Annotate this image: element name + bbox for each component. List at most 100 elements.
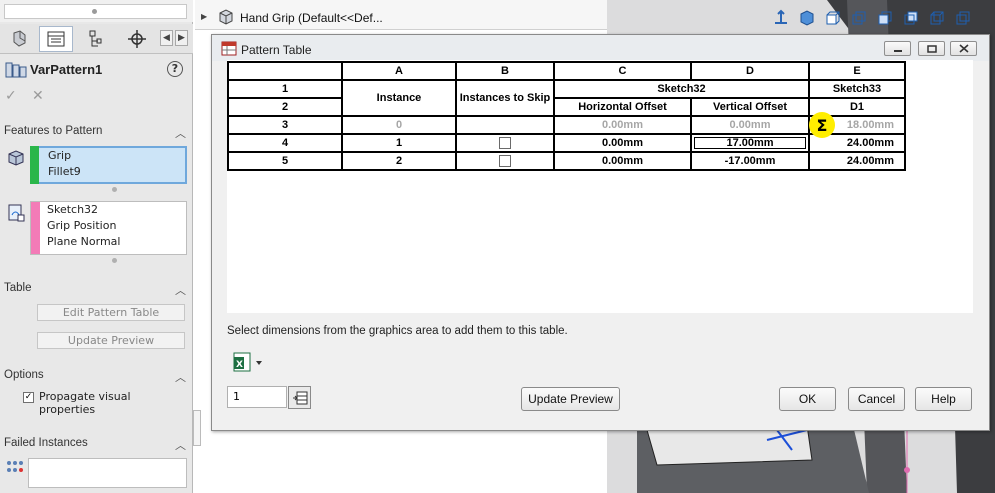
tab-property-manager[interactable] [39, 26, 73, 52]
column-header[interactable]: B [455, 61, 555, 81]
svg-text:X: X [236, 360, 243, 370]
sketch-reference-icon [8, 204, 25, 222]
table-cell-instance: 1 [341, 133, 457, 153]
row-number[interactable]: 2 [227, 97, 343, 117]
pattern-table-dialog: Pattern Table A B C D E 1 Instance Insta… [211, 34, 990, 431]
view-orientation-icon[interactable] [770, 8, 792, 28]
vertical-offset-header: Vertical Offset [690, 97, 810, 117]
collapse-chevron-icon[interactable]: ︿ [175, 369, 186, 385]
horizontal-offset-header: Horizontal Offset [553, 97, 692, 117]
collapse-chevron-icon[interactable]: ︿ [175, 437, 186, 453]
skip-checkbox[interactable] [499, 155, 511, 168]
update-preview-dialog-button[interactable]: Update Preview [521, 387, 620, 411]
table-section-header[interactable]: Table ︿ [4, 282, 190, 297]
column-header[interactable]: E [808, 61, 906, 81]
list-resize-handle[interactable] [112, 258, 117, 263]
list-item[interactable]: Grip [32, 148, 185, 164]
ok-button[interactable]: OK [779, 387, 836, 411]
table-cell-vertical[interactable]: 17.00mm [690, 133, 810, 153]
help-icon[interactable]: ? [167, 61, 183, 77]
view-cube-front-icon[interactable] [822, 8, 844, 28]
dialog-title-bar[interactable]: Pattern Table [212, 35, 989, 61]
features-bodies-icon [8, 150, 24, 166]
pattern-table-app-icon [221, 41, 237, 56]
row-count-input[interactable]: 1 [227, 386, 287, 408]
row-number[interactable]: 3 [227, 115, 343, 135]
instruction-text: Select dimensions from the graphics area… [227, 325, 568, 337]
view-cube-top-icon[interactable] [926, 8, 948, 28]
list-item[interactable]: Sketch32 [31, 202, 186, 218]
update-preview-button[interactable]: Update Preview [37, 332, 185, 349]
table-section-title: Table [4, 282, 32, 294]
table-cell-horizontal[interactable]: 0.00mm [553, 151, 692, 171]
sigma-equation-icon[interactable]: Σ [809, 112, 835, 138]
heads-up-view-toolbar [770, 8, 974, 30]
tab-scroll-left[interactable]: ◀ [160, 30, 173, 46]
table-cell-instance: 0 [341, 115, 457, 135]
restore-button[interactable] [918, 41, 945, 56]
row-number[interactable]: 5 [227, 151, 343, 171]
skip-checkbox[interactable] [499, 137, 511, 150]
minimize-button[interactable] [884, 41, 911, 56]
failed-instances-list[interactable] [28, 458, 187, 488]
collapse-chevron-icon[interactable]: ︿ [175, 282, 186, 298]
view-cube-left-icon[interactable] [874, 8, 896, 28]
feature-title: VarPattern1 [30, 62, 103, 77]
features-section-header[interactable]: Features to Pattern ︿ [4, 125, 190, 140]
table-cell-horizontal[interactable]: 0.00mm [553, 133, 692, 153]
display-style-icon[interactable] [796, 8, 818, 28]
tab-scroll-right[interactable]: ▶ [175, 30, 188, 46]
features-to-pattern-list[interactable]: Grip Fillet9 [30, 146, 187, 184]
column-header[interactable]: A [341, 61, 457, 81]
list-item[interactable]: Fillet9 [32, 164, 185, 180]
propagate-checkbox[interactable]: ✓ [23, 391, 34, 403]
expand-arrow-icon[interactable]: ▶ [201, 12, 207, 21]
tree-filter-bar[interactable] [4, 4, 187, 19]
tab-dimxpert-manager[interactable] [120, 26, 154, 52]
propagate-label: Propagate visual properties [39, 390, 131, 416]
feature-tree-breadcrumb: ▶ Hand Grip (Default<<Def... [195, 0, 607, 30]
table-cell-skip[interactable] [455, 133, 555, 153]
document-title[interactable]: Hand Grip (Default<<Def... [240, 11, 383, 25]
features-color-bar [30, 146, 39, 184]
row-number[interactable]: 4 [227, 133, 343, 153]
view-cube-iso-icon[interactable] [952, 8, 974, 28]
list-resize-handle[interactable] [112, 187, 117, 192]
column-header[interactable]: D [690, 61, 810, 81]
options-section-header[interactable]: Options ︿ [4, 369, 190, 384]
driving-dimensions-list[interactable]: Sketch32 Grip Position Plane Normal [30, 201, 187, 255]
close-button[interactable] [950, 41, 977, 56]
ok-check-icon[interactable]: ✓ [5, 88, 17, 104]
tab-feature-manager[interactable] [2, 26, 36, 52]
tab-configuration-manager[interactable] [78, 26, 112, 52]
cancel-x-icon[interactable]: ✕ [32, 88, 44, 104]
list-item[interactable]: Grip Position [31, 218, 186, 234]
splitter-dot[interactable] [92, 9, 97, 14]
table-cell-d1[interactable]: 24.00mm [808, 151, 906, 171]
column-header[interactable]: C [553, 61, 692, 81]
list-item[interactable]: Plane Normal [31, 234, 186, 250]
excel-export-icon[interactable]: X [232, 351, 262, 373]
property-list-icon [47, 31, 65, 47]
table-cell-skip [455, 115, 555, 135]
sketch32-header: Sketch32 [553, 79, 810, 99]
propagate-visual-option[interactable]: ✓ Propagate visual properties [23, 390, 183, 416]
view-cube-right-icon[interactable] [900, 8, 922, 28]
view-cube-back-icon[interactable] [848, 8, 870, 28]
table-cell-skip[interactable] [455, 151, 555, 171]
part-icon [219, 9, 233, 25]
table-cell-horizontal: 0.00mm [553, 115, 692, 135]
insert-rows-button[interactable] [288, 386, 311, 409]
failed-section-header[interactable]: Failed Instances ︿ [4, 437, 190, 452]
help-button[interactable]: Help [915, 387, 972, 411]
collapse-chevron-icon[interactable]: ︿ [175, 125, 186, 141]
row-number[interactable]: 1 [227, 79, 343, 99]
panel-splitter-handle[interactable] [193, 410, 201, 446]
table-cell-vertical[interactable]: -17.00mm [690, 151, 810, 171]
table-cell-instance: 2 [341, 151, 457, 171]
instances-grid-icon [7, 461, 23, 472]
property-manager: ◀ ▶ VarPattern1 ? ✓ ✕ Features to Patter… [0, 0, 193, 493]
cancel-button[interactable]: Cancel [848, 387, 905, 411]
top-strip [0, 0, 193, 22]
edit-pattern-table-button[interactable]: Edit Pattern Table [37, 304, 185, 321]
